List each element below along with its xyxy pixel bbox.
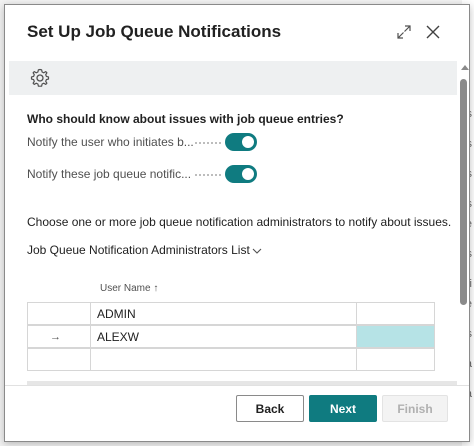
chevron-down-icon[interactable] (252, 244, 262, 258)
field-label: Notify these job queue notific... (27, 167, 192, 181)
grid-header: User Name ↑ (27, 279, 451, 301)
user-name-cell[interactable] (90, 348, 357, 371)
notify-initiator-toggle[interactable] (225, 133, 257, 151)
toggle-knob (242, 168, 254, 180)
user-name-cell[interactable]: ALEXW (90, 325, 357, 348)
row-selector-cell[interactable] (27, 348, 91, 371)
notify-admins-toggle[interactable] (225, 165, 257, 183)
dialog-content: Who should know about issues with job qu… (5, 95, 457, 385)
finish-button[interactable]: Finish (382, 395, 448, 422)
section-question: Who should know about issues with job qu… (27, 112, 344, 126)
gear-icon[interactable] (29, 67, 51, 89)
dialog-header: Set Up Job Queue Notifications (5, 5, 469, 61)
field-label: Notify the user who initiates b... (27, 135, 194, 149)
vertical-scrollbar[interactable] (457, 61, 471, 399)
sort-ascending-icon: ↑ (153, 283, 159, 294)
field-notify-initiator: Notify the user who initiates b... (27, 133, 257, 151)
dialog-toolbar (9, 61, 457, 95)
user-name-value: ALEXW (97, 330, 140, 344)
instruction-text: Choose one or more job queue notificatio… (27, 215, 452, 229)
row-selector-cell[interactable]: → (27, 325, 91, 348)
field-leader-dots (195, 142, 221, 144)
current-row-arrow-icon: → (50, 331, 61, 343)
field-notify-admins: Notify these job queue notific... (27, 165, 257, 183)
next-button[interactable]: Next (309, 395, 377, 422)
setup-dialog: Set Up Job Queue Notifications Who shoul… (4, 4, 470, 442)
scrollbar-thumb[interactable] (460, 79, 467, 305)
admins-list-title-label: Job Queue Notification Administrators Li… (27, 243, 250, 257)
dialog-footer: Back Next Finish (5, 385, 469, 441)
dialog-title: Set Up Job Queue Notifications (27, 22, 282, 41)
back-button[interactable]: Back (236, 395, 304, 422)
user-name-value: ADMIN (97, 307, 136, 321)
row-selector-cell[interactable] (27, 302, 91, 325)
column-header-label: User Name (100, 283, 151, 294)
column-header-user-name[interactable]: User Name ↑ (100, 283, 158, 294)
admins-list-title[interactable]: Job Queue Notification Administrators Li… (27, 243, 262, 258)
close-icon[interactable] (422, 21, 444, 43)
extra-cell[interactable] (356, 348, 435, 371)
extra-cell[interactable] (356, 302, 435, 325)
toggle-knob (242, 136, 254, 148)
scroll-up-arrow-icon[interactable] (461, 65, 469, 70)
expand-icon[interactable] (393, 21, 415, 43)
user-name-cell[interactable]: ADMIN (90, 302, 357, 325)
field-leader-dots (195, 174, 221, 176)
extra-cell-active[interactable] (356, 325, 435, 348)
admins-grid: User Name ↑ ADMIN → ALEXW (27, 279, 451, 371)
